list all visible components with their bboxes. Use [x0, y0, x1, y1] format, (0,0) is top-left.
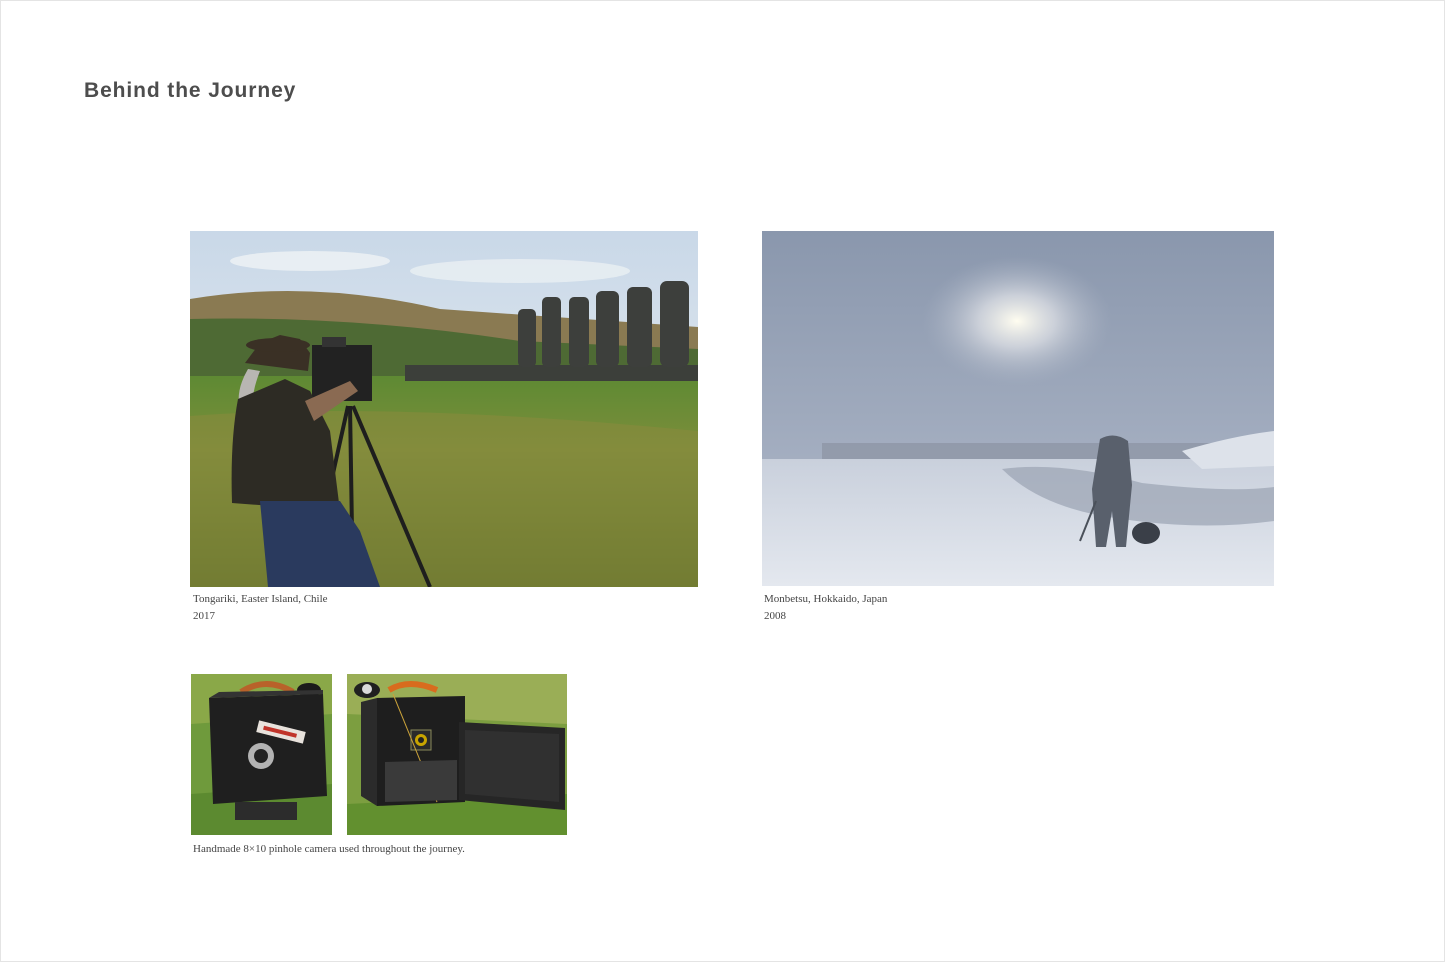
photo-caption: Tongariki, Easter Island, Chile 2017: [193, 591, 328, 625]
pinhole-camera-closed-photo[interactable]: [191, 674, 332, 835]
photo-caption: Monbetsu, Hokkaido, Japan 2008: [764, 591, 887, 625]
caption-year: 2008: [764, 610, 786, 622]
pinhole-camera-open-photo[interactable]: [347, 674, 567, 835]
photographer-with-moai-photo[interactable]: [190, 231, 698, 587]
photographer-in-snow-photo[interactable]: [762, 231, 1274, 586]
page-title: Behind the Journey: [84, 79, 297, 102]
camera-caption: Handmade 8×10 pinhole camera used throug…: [193, 843, 465, 855]
caption-year: 2017: [193, 610, 215, 622]
caption-place: Monbetsu, Hokkaido, Japan: [764, 593, 888, 605]
caption-place: Tongariki, Easter Island, Chile: [193, 593, 328, 605]
